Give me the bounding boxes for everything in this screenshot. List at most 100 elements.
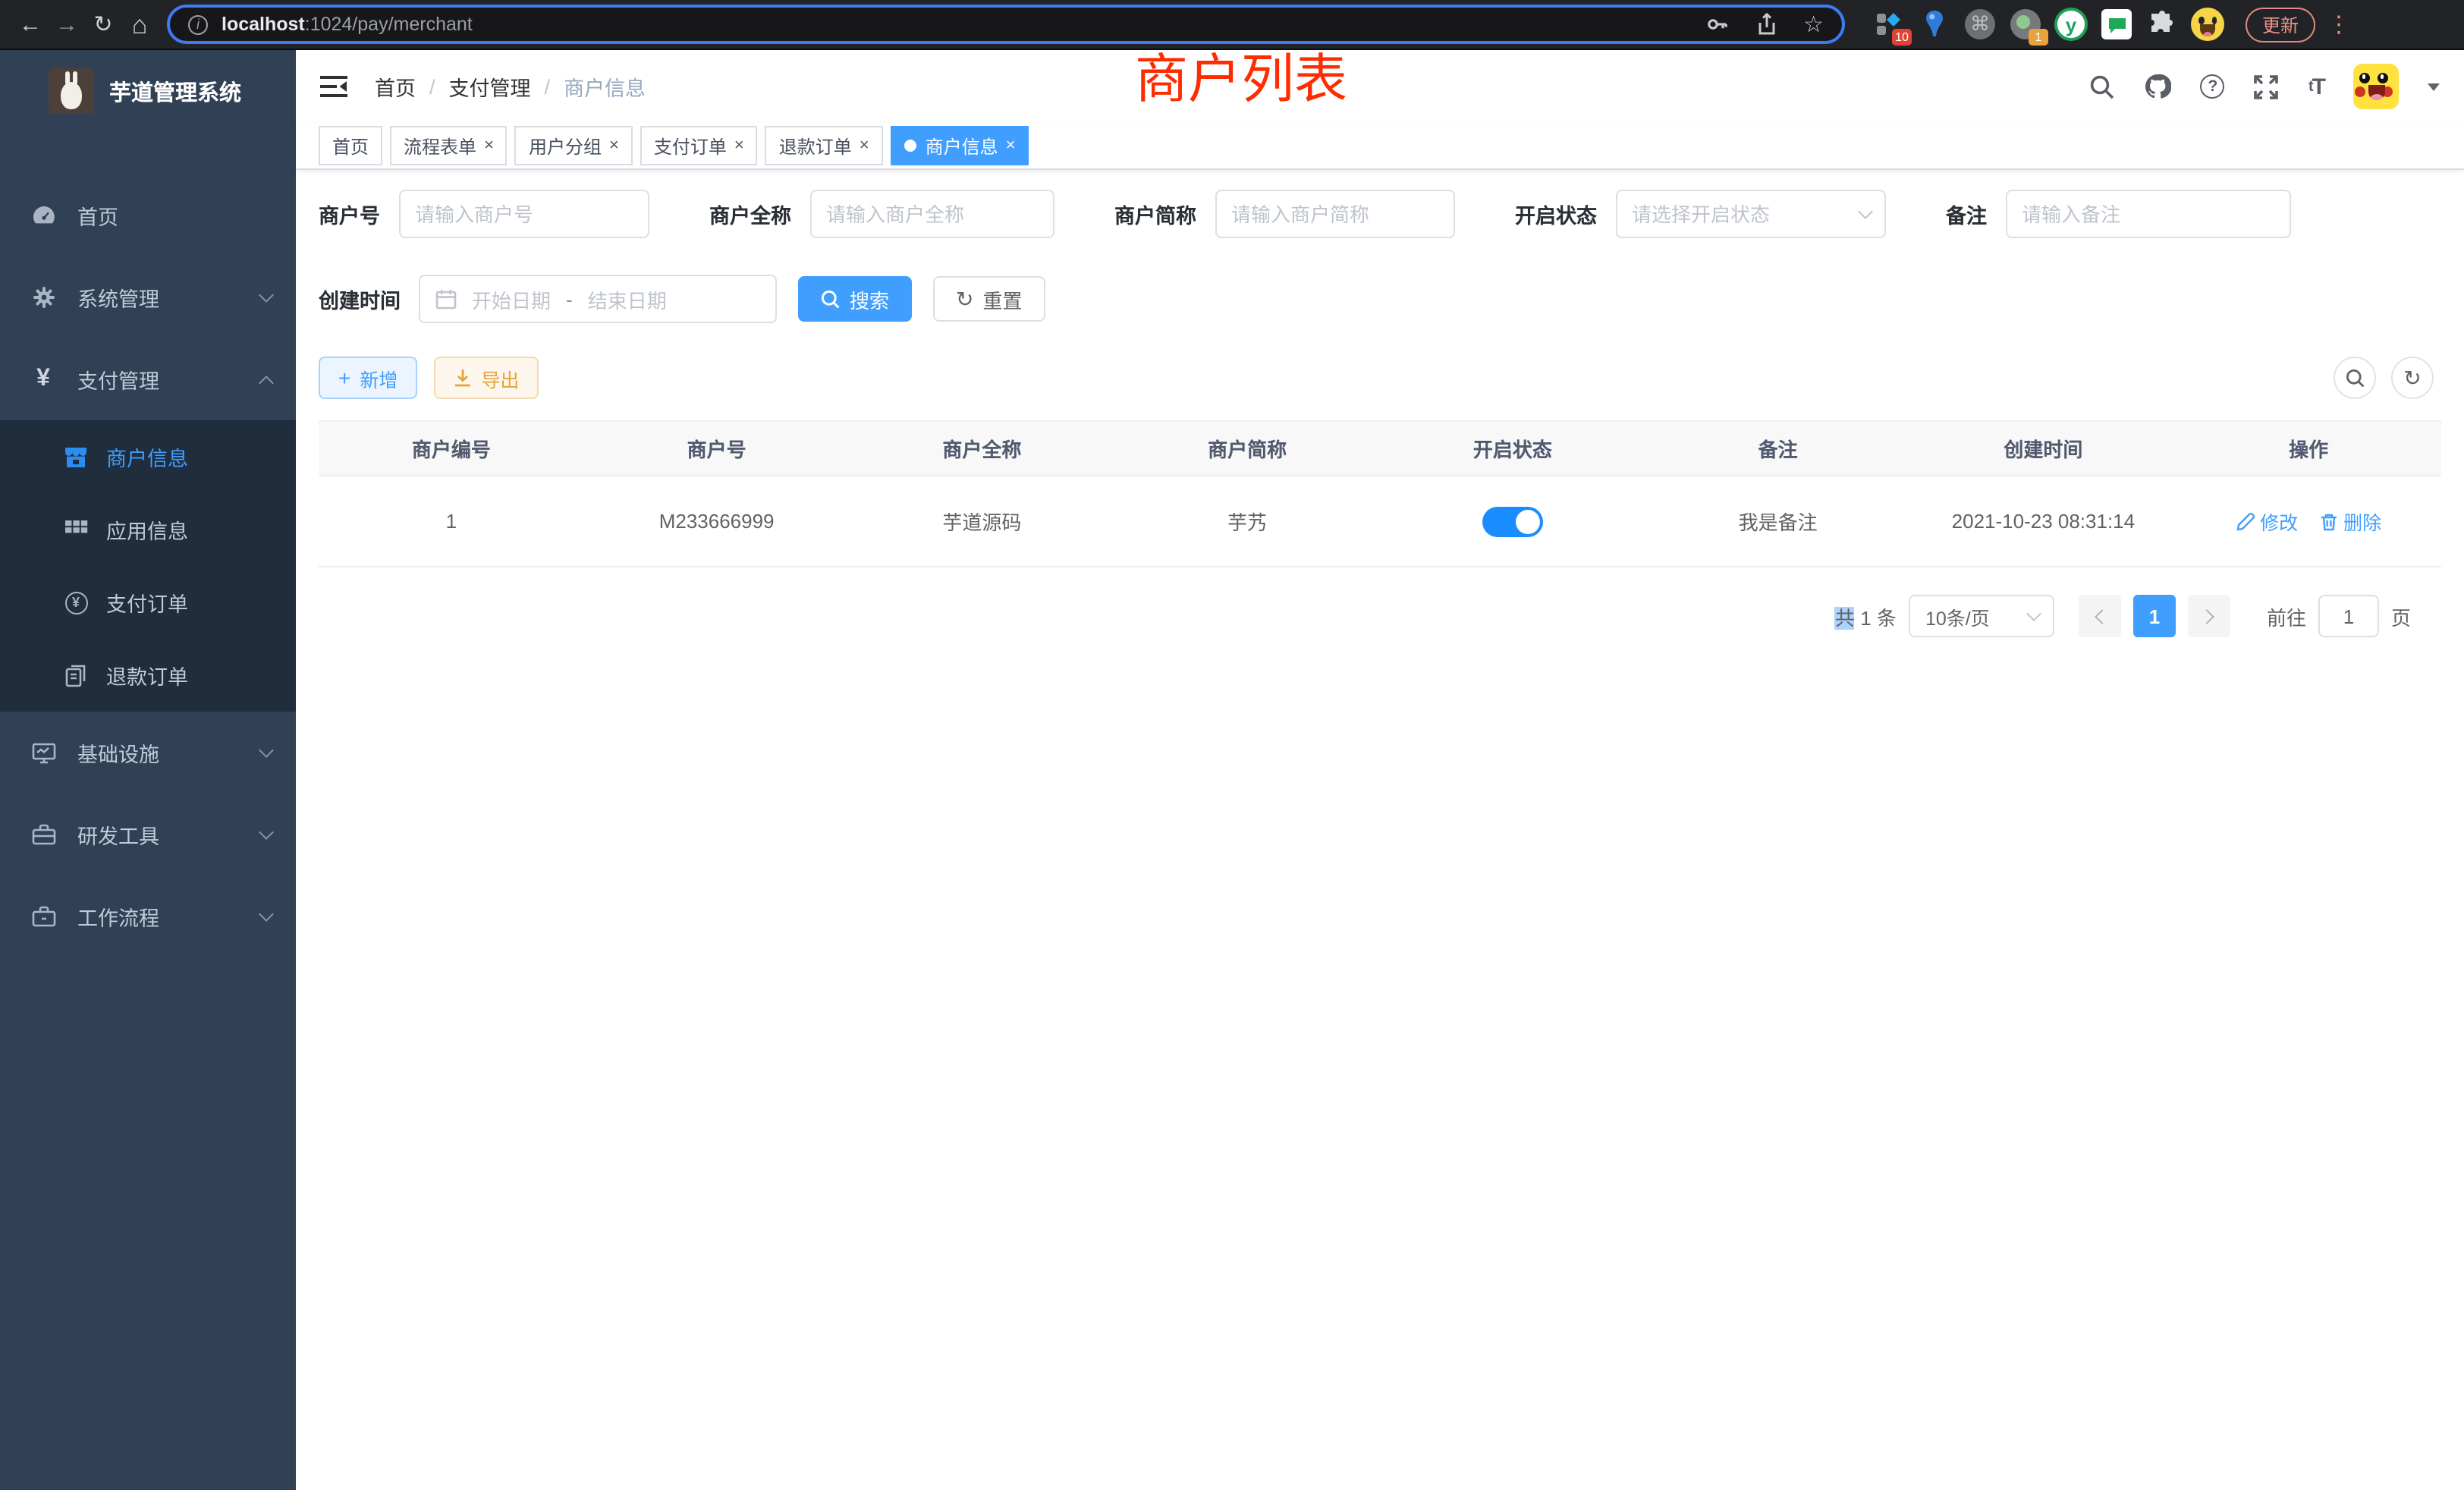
- bookmark-star-icon[interactable]: ☆: [1803, 11, 1824, 38]
- export-button[interactable]: 导出: [434, 357, 539, 399]
- refresh-table-button[interactable]: ↻: [2391, 357, 2434, 399]
- sidebar-item-infra[interactable]: 基础设施: [0, 712, 296, 794]
- sidebar-logo-row[interactable]: 芋道管理系统: [0, 50, 296, 132]
- reset-button[interactable]: ↻ 重置: [933, 276, 1045, 322]
- table-row[interactable]: 1 M233666999 芋道源码 芋艿 我是备注 2021-10-23 08:…: [319, 476, 2441, 567]
- end-date-placeholder: 结束日期: [588, 284, 667, 313]
- sidebar-item-workflow[interactable]: 工作流程: [0, 875, 296, 957]
- status-toggle-on[interactable]: [1482, 506, 1543, 536]
- sidebar-collapse-icon[interactable]: [320, 74, 347, 99]
- sidebar-item-merchant-info[interactable]: 商户信息: [0, 420, 296, 493]
- store-icon: [64, 445, 88, 468]
- extension-apps-icon[interactable]: 10: [1869, 5, 1909, 44]
- close-icon[interactable]: ×: [734, 137, 744, 155]
- grid-icon: [64, 520, 88, 539]
- extension-gray-dot-icon[interactable]: 1: [2006, 5, 2045, 44]
- sidebar-item-system[interactable]: 系统管理: [0, 256, 296, 338]
- sidebar-item-home[interactable]: 首页: [0, 174, 296, 256]
- search-icon[interactable]: [2090, 74, 2116, 99]
- edit-link[interactable]: 修改: [2236, 507, 2298, 536]
- toggle-search-button[interactable]: [2334, 357, 2376, 399]
- sidebar-item-pay[interactable]: ¥ 支付管理: [0, 338, 296, 420]
- filter-short-name: 商户简称: [1114, 190, 1454, 238]
- document-icon: [64, 664, 88, 687]
- col-merchant-id: 商户编号: [319, 421, 584, 476]
- browser-menu-icon[interactable]: ⋮: [2327, 11, 2350, 38]
- col-merchant-no: 商户号: [584, 421, 850, 476]
- tab-merchant-info[interactable]: 商户信息×: [891, 126, 1029, 165]
- extension-y-icon[interactable]: y: [2051, 5, 2091, 44]
- goto-page-input[interactable]: [2318, 595, 2379, 637]
- current-page-button[interactable]: 1: [2133, 595, 2176, 637]
- chrome-update-button[interactable]: 更新: [2246, 7, 2315, 42]
- fullscreen-icon[interactable]: [2254, 74, 2280, 99]
- filter-remark: 备注: [1946, 190, 2290, 238]
- site-info-icon[interactable]: i: [188, 14, 208, 34]
- extension-pin-icon[interactable]: [1915, 5, 1954, 44]
- sidebar-item-label: 首页: [77, 200, 118, 231]
- goto-page: 前往 页: [2267, 595, 2411, 637]
- browser-reload-icon[interactable]: ↻: [85, 0, 121, 49]
- profile-avatar-icon[interactable]: [2188, 5, 2227, 44]
- delete-link[interactable]: 删除: [2319, 507, 2381, 536]
- next-page-button[interactable]: [2188, 595, 2230, 637]
- browser-home-icon[interactable]: ⌂: [121, 0, 158, 49]
- merchant-no-input[interactable]: [398, 190, 649, 238]
- start-date-placeholder: 开始日期: [472, 284, 551, 313]
- add-button[interactable]: + 新增: [319, 357, 417, 399]
- search-icon: [2345, 368, 2365, 388]
- close-icon[interactable]: ×: [860, 137, 869, 155]
- password-key-icon[interactable]: [1705, 12, 1729, 36]
- sidebar-item-label: 基础设施: [77, 737, 159, 768]
- avatar-caret-icon[interactable]: [2428, 83, 2440, 90]
- tab-process-form[interactable]: 流程表单×: [390, 126, 508, 165]
- search-button[interactable]: 搜索: [798, 276, 912, 322]
- tab-pay-order[interactable]: 支付订单×: [640, 126, 758, 165]
- prev-page-button[interactable]: [2079, 595, 2121, 637]
- close-icon[interactable]: ×: [484, 137, 494, 155]
- cell-create-time: 2021-10-23 08:31:14: [1911, 476, 2176, 567]
- field-label: 创建时间: [319, 284, 401, 314]
- tab-home[interactable]: 首页: [319, 126, 382, 165]
- url-text[interactable]: localhost:1024/pay/merchant: [222, 14, 473, 35]
- close-icon[interactable]: ×: [609, 137, 619, 155]
- breadcrumb-pay[interactable]: 支付管理: [449, 71, 531, 102]
- browser-toolbar: ← → ↻ ⌂ i localhost:1024/pay/merchant ☆ …: [0, 0, 2464, 50]
- calendar-icon: [435, 288, 457, 310]
- filter-row-1: 商户号 商户全称 商户简称 开启状态: [319, 190, 2441, 238]
- full-name-input[interactable]: [809, 190, 1054, 238]
- status-select[interactable]: [1615, 190, 1885, 238]
- font-size-icon[interactable]: tT: [2308, 74, 2324, 99]
- extension-puzzle-icon[interactable]: [2142, 5, 2182, 44]
- close-icon[interactable]: ×: [1006, 137, 1016, 155]
- short-name-input[interactable]: [1215, 190, 1454, 238]
- app-logo-image: [49, 68, 94, 114]
- remark-input[interactable]: [2005, 190, 2290, 238]
- user-avatar[interactable]: [2353, 64, 2399, 109]
- help-icon[interactable]: ?: [2201, 74, 2225, 99]
- table-tools: ↻: [2334, 357, 2434, 399]
- date-range-picker[interactable]: 开始日期 - 结束日期: [419, 275, 777, 323]
- url-host: localhost: [222, 14, 305, 35]
- yen-circle-icon: ¥: [64, 591, 88, 614]
- chevron-down-icon: [259, 825, 274, 840]
- browser-back-icon[interactable]: ←: [12, 0, 49, 49]
- tab-user-group[interactable]: 用户分组×: [515, 126, 633, 165]
- browser-forward-icon[interactable]: →: [49, 0, 85, 49]
- annotation-title: 商户列表: [1135, 53, 1347, 106]
- github-icon[interactable]: [2145, 73, 2172, 100]
- share-icon[interactable]: [1755, 12, 1777, 36]
- gear-icon: [30, 285, 56, 310]
- sidebar-item-refund-order[interactable]: 退款订单: [0, 639, 296, 712]
- tab-refund-order[interactable]: 退款订单×: [765, 126, 883, 165]
- extension-command-icon[interactable]: ⌘: [1960, 5, 2000, 44]
- page-size-select[interactable]: 10条/页: [1909, 595, 2054, 637]
- extension-chat-icon[interactable]: [2097, 5, 2136, 44]
- sidebar-item-pay-order[interactable]: ¥ 支付订单: [0, 566, 296, 639]
- breadcrumb-home[interactable]: 首页: [375, 71, 416, 102]
- briefcase-icon: [30, 906, 56, 927]
- breadcrumb-separator: /: [429, 75, 435, 98]
- sidebar-item-app-info[interactable]: 应用信息: [0, 493, 296, 566]
- sidebar-item-devtools[interactable]: 研发工具: [0, 794, 296, 875]
- address-bar[interactable]: i localhost:1024/pay/merchant ☆: [167, 5, 1845, 44]
